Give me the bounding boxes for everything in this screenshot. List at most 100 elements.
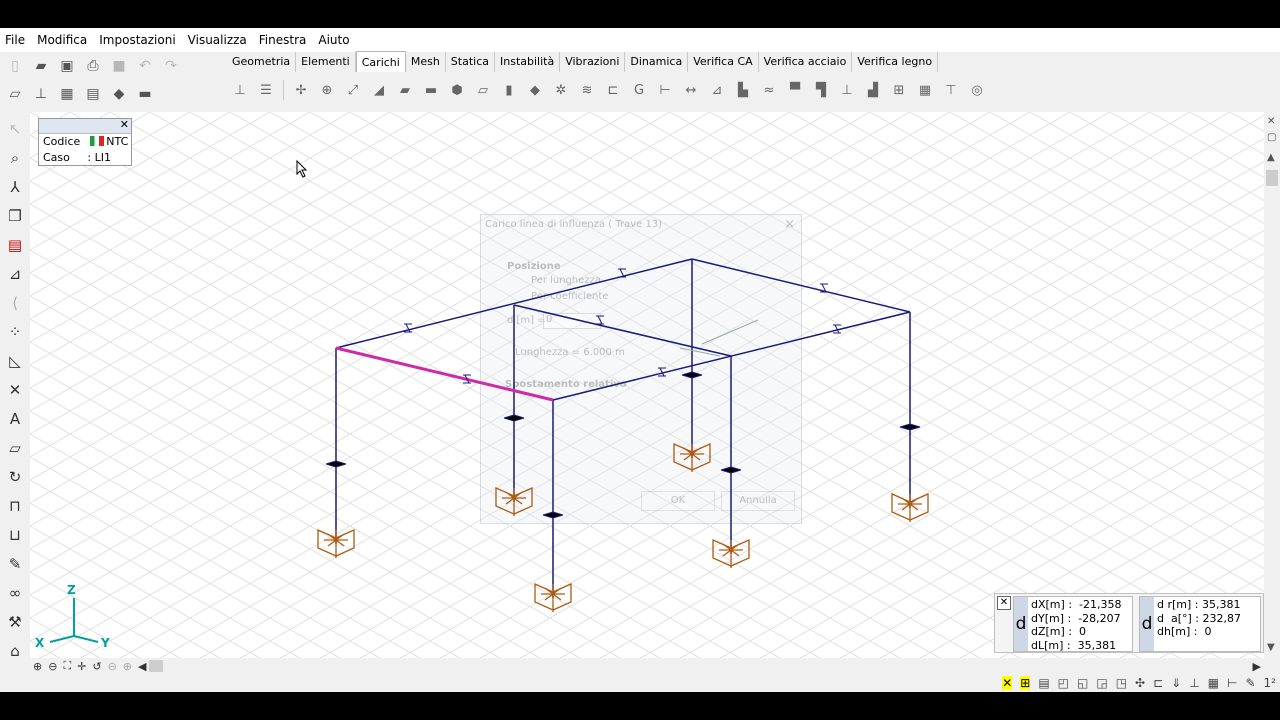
maximize-view-icon[interactable]: ▢ bbox=[1267, 132, 1276, 143]
thermal-load-icon[interactable]: ✲ bbox=[551, 79, 571, 101]
scroll-down-icon[interactable]: ▼ bbox=[1267, 642, 1275, 653]
load-display-icon[interactable]: ⇓ bbox=[1171, 676, 1181, 690]
tab-mesh[interactable]: Mesh bbox=[405, 52, 446, 72]
scroll-right-icon[interactable]: ▶ bbox=[1253, 660, 1261, 673]
open-folder-icon[interactable]: ▰ bbox=[30, 55, 52, 77]
menu-finestra[interactable]: Finestra bbox=[253, 28, 313, 52]
zoom-out-icon[interactable]: ⊖ bbox=[48, 660, 57, 673]
tab-elementi[interactable]: Elementi bbox=[296, 52, 356, 72]
tab-verifica-legno[interactable]: Verifica legno bbox=[852, 52, 939, 72]
pencil-status-icon[interactable]: ✎ bbox=[1245, 676, 1255, 690]
close-icon[interactable]: ✕ bbox=[120, 118, 129, 131]
ground-icon[interactable]: ⊥ bbox=[30, 83, 52, 105]
wrench-icon[interactable]: ⚒ bbox=[4, 610, 26, 633]
table-status-icon[interactable]: ▦ bbox=[1208, 676, 1219, 690]
print-icon[interactable]: ⎙ bbox=[82, 55, 104, 77]
view-mode-icon[interactable]: ◲ bbox=[1096, 676, 1107, 690]
cube-icon[interactable]: ■ bbox=[108, 55, 130, 77]
selection-icon[interactable]: ✣ bbox=[1135, 676, 1145, 690]
rotate-icon[interactable]: ↻ bbox=[4, 465, 26, 488]
grid-snap-icon[interactable]: ⊞ bbox=[1020, 676, 1031, 690]
beam-back-right[interactable] bbox=[691, 258, 911, 313]
selected-beam-trave-13[interactable] bbox=[335, 346, 554, 402]
tab-carichi[interactable]: Carichi bbox=[355, 51, 406, 72]
pointer-icon[interactable]: ↖ bbox=[4, 117, 26, 140]
frame-icon[interactable]: ⊓ bbox=[4, 494, 26, 517]
fixed-support-1[interactable] bbox=[317, 528, 355, 558]
influence-line-icon[interactable]: ⊿ bbox=[707, 79, 727, 101]
moving-load-icon[interactable]: ↔ bbox=[681, 79, 701, 101]
plate-load-icon[interactable]: ▰ bbox=[395, 79, 415, 101]
solid-load-icon[interactable]: ⬢ bbox=[447, 79, 467, 101]
menu-visualizza[interactable]: Visualizza bbox=[182, 28, 253, 52]
tab-instabilita[interactable]: Instabilità bbox=[495, 52, 561, 72]
fixed-support-3[interactable] bbox=[673, 442, 711, 472]
intersect-icon[interactable]: ✕ bbox=[4, 378, 26, 401]
h-scroll-thumb[interactable] bbox=[149, 660, 164, 672]
tab-geometria[interactable]: Geometria bbox=[227, 52, 297, 72]
copy-icon[interactable]: ❐ bbox=[4, 204, 26, 227]
section-toggle-icon[interactable]: ⊏ bbox=[1153, 676, 1163, 690]
wind-load-icon[interactable]: ≋ bbox=[577, 79, 597, 101]
menu-aiuto[interactable]: Aiuto bbox=[312, 28, 355, 52]
label-toggle-icon[interactable]: ◳ bbox=[1116, 676, 1127, 690]
fixed-support-5[interactable] bbox=[495, 486, 533, 516]
text-icon[interactable]: A bbox=[4, 407, 26, 430]
surface-load-icon[interactable]: ▬ bbox=[421, 79, 441, 101]
render-mode-icon[interactable]: ◰ bbox=[1058, 676, 1069, 690]
scale-indicator[interactable]: 1² bbox=[1264, 676, 1276, 690]
fixed-support-2[interactable] bbox=[534, 582, 572, 612]
combination-icon[interactable]: ⊞ bbox=[889, 79, 909, 101]
slab-load-icon[interactable]: ▱ bbox=[473, 79, 493, 101]
close-view-icon[interactable]: ✕ bbox=[1267, 116, 1275, 127]
scroll-up-icon[interactable]: ▲ bbox=[1267, 152, 1275, 163]
rotate-view-icon[interactable]: ↺ bbox=[92, 660, 101, 673]
beam-load-icon[interactable]: ⤢ bbox=[343, 79, 363, 101]
zoom-icon[interactable]: ⌕ bbox=[4, 146, 26, 169]
crane-load-icon[interactable]: ⊏ bbox=[603, 79, 623, 101]
node-load-icon[interactable]: ✢ bbox=[291, 79, 311, 101]
fixed-support-4[interactable] bbox=[891, 492, 929, 522]
redo-icon[interactable]: ↷ bbox=[160, 55, 182, 77]
area-load-icon[interactable]: ◢ bbox=[369, 79, 389, 101]
table-icon[interactable]: ▦ bbox=[56, 83, 78, 105]
settlement-icon[interactable]: ⊥ bbox=[837, 79, 857, 101]
previous-view-icon[interactable]: ⊖ bbox=[108, 660, 117, 673]
constraint-display-icon[interactable]: ⊥ bbox=[1189, 676, 1199, 690]
tab-dinamica[interactable]: Dinamica bbox=[625, 52, 689, 72]
distributed-load-icon[interactable]: ⊥ bbox=[230, 79, 250, 101]
pressure-icon[interactable]: ≈ bbox=[759, 79, 779, 101]
tab-vibrazioni[interactable]: Vibrazioni bbox=[560, 52, 626, 72]
multi-load-icon[interactable]: ☰ bbox=[256, 79, 276, 101]
vehicle-load-icon[interactable]: ▀ bbox=[785, 79, 805, 101]
menu-impostazioni[interactable]: Impostazioni bbox=[93, 28, 181, 52]
wall-load-icon[interactable]: ▮ bbox=[499, 79, 519, 101]
diamond-load-icon[interactable]: ◆ bbox=[525, 79, 545, 101]
tab-statica[interactable]: Statica bbox=[445, 52, 495, 72]
panel-icon[interactable]: ▤ bbox=[82, 83, 104, 105]
pipe-load-icon[interactable]: ⊤ bbox=[941, 79, 961, 101]
display-mode-icon[interactable]: ◱ bbox=[1077, 676, 1088, 690]
materials-icon[interactable]: ▤ bbox=[4, 233, 26, 256]
save-icon[interactable]: ▣ bbox=[56, 55, 78, 77]
spectrum-icon[interactable]: ▟ bbox=[863, 79, 883, 101]
dimension-status-icon[interactable]: ⊢ bbox=[1227, 676, 1237, 690]
layers-icon[interactable]: ▱ bbox=[4, 83, 26, 105]
render-icon[interactable]: ▬ bbox=[134, 83, 156, 105]
fixed-support-6[interactable] bbox=[712, 538, 750, 568]
offset-icon[interactable]: ⊔ bbox=[4, 523, 26, 546]
tab-verifica-acciaio[interactable]: Verifica acciaio bbox=[758, 52, 853, 72]
triangle-icon[interactable]: ◺ bbox=[4, 349, 26, 372]
tab-verifica-ca[interactable]: Verifica CA bbox=[688, 52, 759, 72]
seismic-icon[interactable]: ◎ bbox=[967, 79, 987, 101]
dimension-icon[interactable]: ⊿ bbox=[4, 262, 26, 285]
span-icon[interactable]: ⊢ bbox=[655, 79, 675, 101]
undo-icon[interactable]: ↶ bbox=[134, 55, 156, 77]
scroll-thumb[interactable] bbox=[1266, 170, 1278, 186]
view-3d-icon[interactable]: ◆ bbox=[108, 83, 130, 105]
pan-icon[interactable]: ✛ bbox=[77, 660, 86, 673]
home-view-icon[interactable]: ⌂ bbox=[4, 639, 26, 662]
beam-middle[interactable] bbox=[513, 304, 732, 357]
glasses-icon[interactable]: ∞ bbox=[4, 581, 26, 604]
load-table-icon[interactable]: ▦ bbox=[915, 79, 935, 101]
